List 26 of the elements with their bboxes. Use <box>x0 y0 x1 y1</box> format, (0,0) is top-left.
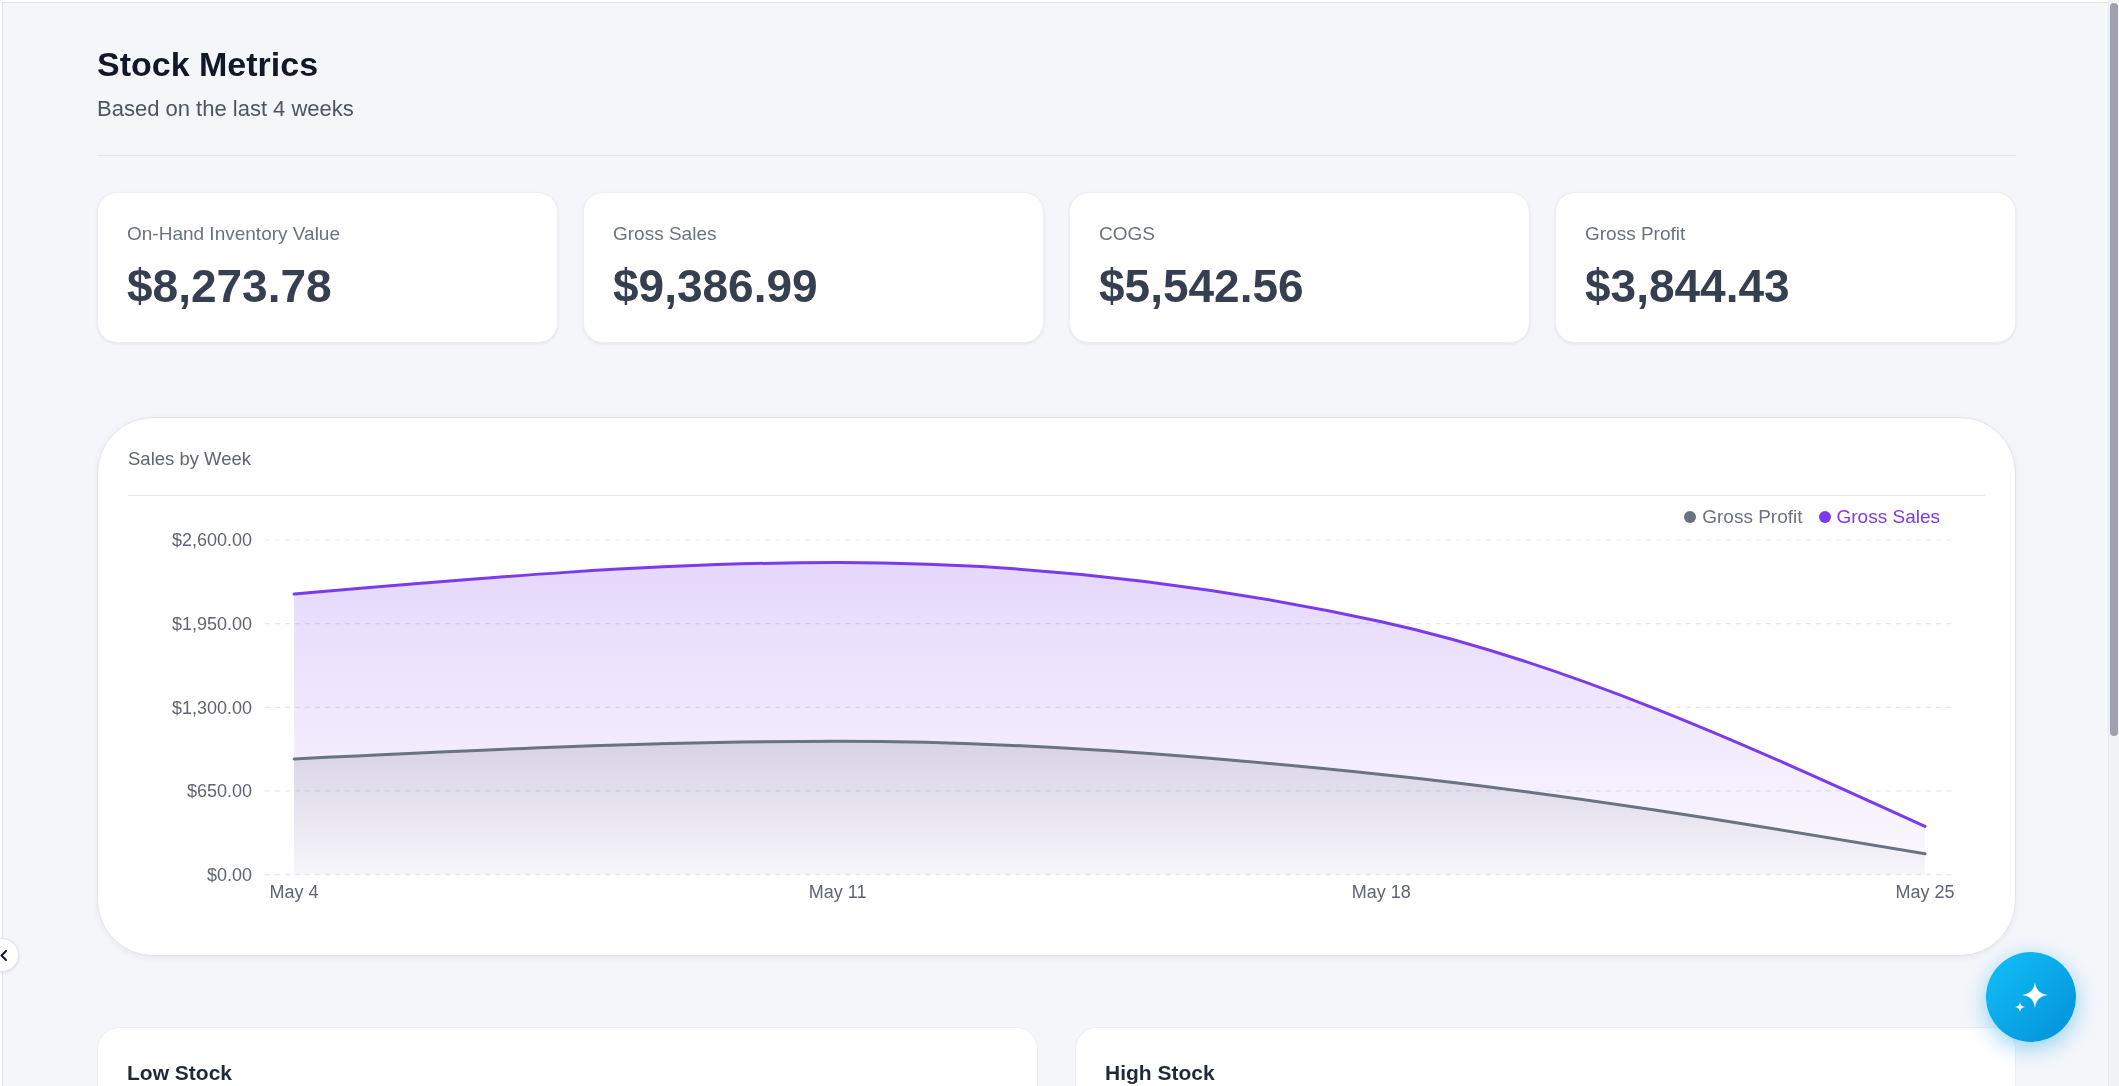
scrollbar-thumb[interactable] <box>2110 3 2118 736</box>
chart-title: Sales by Week <box>128 447 252 471</box>
page-title: Stock Metrics <box>97 44 320 84</box>
x-axis-label: May 18 <box>1351 882 1411 903</box>
metric-value: $8,273.78 <box>127 260 332 313</box>
panel-title: High Stock <box>1105 1062 1215 1084</box>
x-axis-label: May 25 <box>1895 882 1955 903</box>
y-axis-label: $650.00 <box>186 781 253 802</box>
y-axis-label: $1,950.00 <box>171 613 253 634</box>
metric-label: COGS <box>1099 222 1155 246</box>
y-axis-label: $0.00 <box>207 864 253 885</box>
x-axis-label: May 11 <box>808 882 867 903</box>
panel-title: Low Stock <box>127 1062 232 1084</box>
metric-value: $3,844.43 <box>1585 260 1790 313</box>
y-axis-label: $1,300.00 <box>171 697 253 718</box>
metric-label: Gross Sales <box>613 222 717 246</box>
y-axis-label: $2,600.00 <box>171 530 253 551</box>
metric-value: $9,386.99 <box>613 260 818 313</box>
metric-label: On-Hand Inventory Value <box>127 222 340 246</box>
chevron-left-icon <box>0 949 7 961</box>
x-axis-label: May 4 <box>269 882 319 903</box>
page-subtitle: Based on the last 4 weeks <box>97 95 355 123</box>
legend-label: Gross Sales <box>1836 505 1940 529</box>
metric-value: $5,542.56 <box>1099 260 1304 313</box>
metric-label: Gross Profit <box>1585 222 1686 246</box>
legend-label: Gross Profit <box>1702 505 1803 529</box>
